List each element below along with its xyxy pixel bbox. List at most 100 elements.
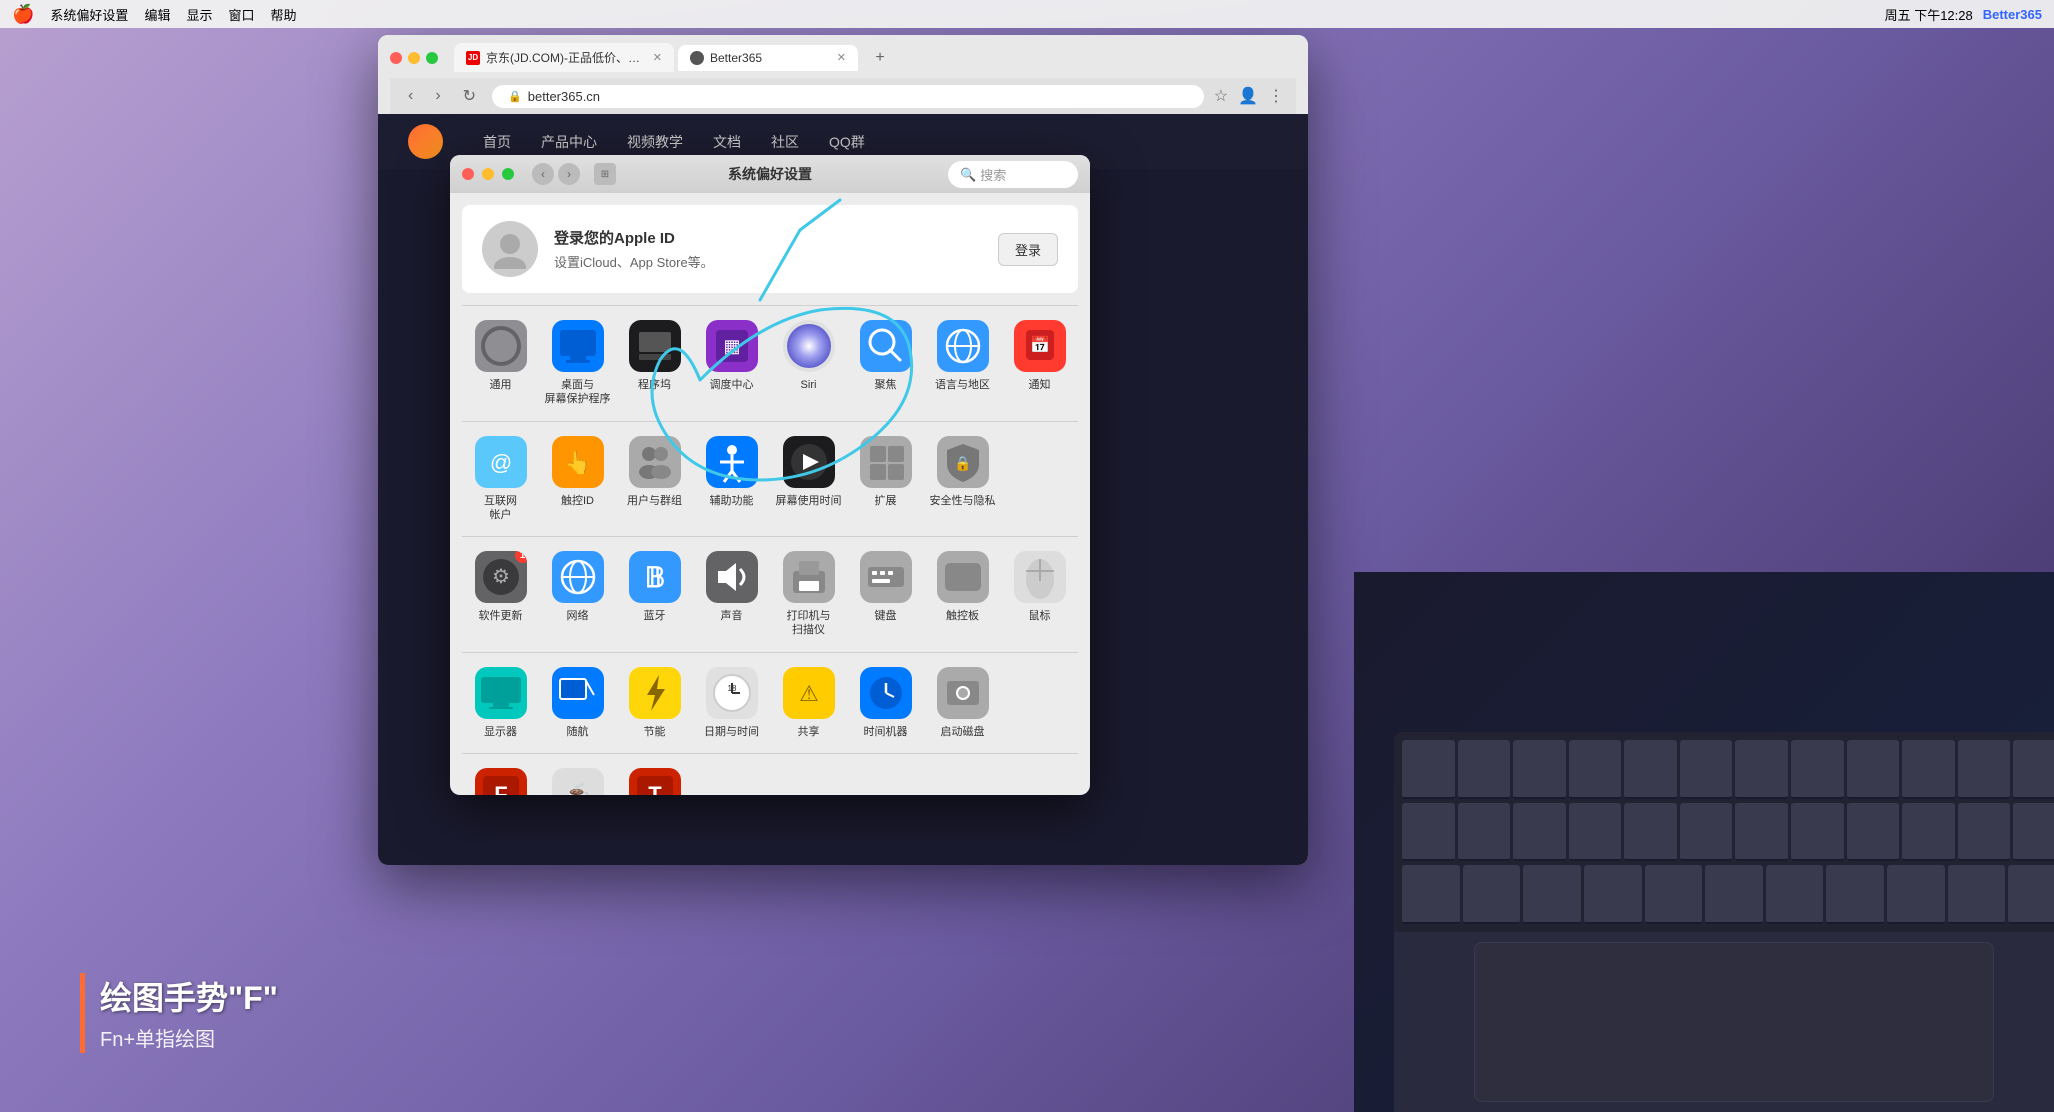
tab-close-better365[interactable]: ✕ [837,51,846,64]
icon-displays[interactable]: 显示器 [462,657,539,749]
icon-datetime[interactable]: 18 日期与时间 [693,657,770,749]
syspref-window: ‹ › ⊞ 系统偏好设置 🔍 搜索 登录您的Apple ID 设置iCloud、… [450,155,1090,795]
icon-trackpad[interactable]: 触控板 [924,541,1001,648]
tab-title-better365: Better365 [710,51,831,65]
laptop-keyboard [1394,732,2054,1112]
syspref-nav: ‹ › [532,163,580,185]
kb-key [1645,865,1703,924]
apple-id-text: 登录您的Apple ID 设置iCloud、App Store等。 [554,227,982,271]
kb-key [1766,865,1824,924]
icon-java[interactable]: ☕ Java [539,758,616,795]
kb-key [1902,740,1955,799]
menu-item-help[interactable]: 帮助 [270,5,296,24]
syspref-grid-view[interactable]: ⊞ [594,163,616,185]
icons-row-1: 通用 桌面与 屏幕保护程序 程序 [450,306,1090,421]
svg-text:T: T [648,782,662,795]
site-nav-qq[interactable]: QQ群 [829,132,865,152]
menu-item-window[interactable]: 窗口 [228,5,254,24]
icon-label-startup: 启动磁盘 [941,725,985,739]
site-logo [408,124,443,159]
icon-software[interactable]: ⚙ 1 软件更新 [462,541,539,648]
icon-internet[interactable]: @ 互联网 帐户 [462,426,539,533]
keyboard-area [1394,732,2054,932]
icon-users[interactable]: 用户与群组 [616,426,693,533]
icon-extensions[interactable]: 扩展 [847,426,924,533]
profile-icon[interactable]: 👤 [1238,86,1258,106]
icon-siri[interactable]: Siri [770,310,847,417]
icon-network[interactable]: 网络 [539,541,616,648]
icon-language[interactable]: 语言与地区 [924,310,1001,417]
new-tab-button[interactable]: + [866,44,894,72]
menu-icon[interactable]: ⋮ [1268,86,1284,106]
icon-screentime[interactable]: 屏幕使用时间 [770,426,847,533]
syspref-back[interactable]: ‹ [532,163,554,185]
icon-bluetooth[interactable]: 𝔹 蓝牙 [616,541,693,648]
icon-mission[interactable]: 程序坞 [616,310,693,417]
svg-text:▦: ▦ [723,336,740,356]
icon-desktop[interactable]: 桌面与 屏幕保护程序 [539,310,616,417]
kb-key [2008,865,2054,924]
icon-label-network: 网络 [567,609,589,623]
site-nav-community[interactable]: 社区 [771,132,799,152]
icon-energy[interactable]: 节能 [616,657,693,749]
icon-airplay[interactable]: 随航 [539,657,616,749]
back-button[interactable]: ‹ [402,85,419,107]
menu-item-edit[interactable]: 编辑 [144,5,170,24]
icon-sound[interactable]: 声音 [693,541,770,648]
icon-mouse[interactable]: 鼠标 [1001,541,1078,648]
icon-general[interactable]: 通用 [462,310,539,417]
kb-key [1624,740,1677,799]
syspref-close[interactable] [462,168,474,180]
icon-label-internet: 互联网 帐户 [484,494,517,523]
bookmark-icon[interactable]: ☆ [1214,86,1228,106]
menu-item-display[interactable]: 显示 [186,5,212,24]
icon-spotlight[interactable]: 聚焦 [847,310,924,417]
icon-sharing[interactable]: ⚠ 共享 [770,657,847,749]
kb-key [1402,740,1455,799]
syspref-maximize[interactable] [502,168,514,180]
icon-label-focus: 调度中心 [710,378,754,392]
apple-id-section: 登录您的Apple ID 设置iCloud、App Store等。 登录 [462,205,1078,293]
address-field[interactable]: 🔒 better365.cn [492,85,1204,108]
icon-label-bluetooth: 蓝牙 [644,609,666,623]
kb-key [1791,803,1844,862]
icon-keyboard[interactable]: 键盘 [847,541,924,648]
icon-security[interactable]: 🔒 安全性与隐私 [924,426,1001,533]
syspref-minimize[interactable] [482,168,494,180]
icon-touchid[interactable]: 👆 触控ID [539,426,616,533]
syspref-search[interactable]: 🔍 搜索 [948,161,1078,188]
site-nav-video[interactable]: 视频教学 [627,132,683,152]
icon-accessibility[interactable]: 辅助功能 [693,426,770,533]
close-button[interactable] [390,52,402,64]
icon-focus[interactable]: ▦ 调度中心 [693,310,770,417]
lock-icon: 🔒 [508,90,522,103]
refresh-button[interactable]: ↻ [457,84,482,108]
site-nav-home[interactable]: 首页 [483,132,511,152]
maximize-button[interactable] [426,52,438,64]
icon-notifications[interactable]: 📅 通知 [1001,310,1078,417]
site-nav-docs[interactable]: 文档 [713,132,741,152]
forward-button[interactable]: › [429,85,446,107]
apple-id-login-button[interactable]: 登录 [998,233,1058,266]
icon-timemachine[interactable]: 时间机器 [847,657,924,749]
browser-chrome: JD 京东(JD.COM)-正品低价、品质 ✕ Better365 ✕ + ‹ … [378,35,1308,114]
icon-startup[interactable]: 启动磁盘 [924,657,1001,749]
minimize-button[interactable] [408,52,420,64]
icon-flash[interactable]: F Flash Player [462,758,539,795]
icon-tuxera[interactable]: T Tuxera NTFS [616,758,693,795]
icon-print[interactable]: 打印机与 扫描仪 [770,541,847,648]
icon-label-sound: 声音 [721,609,743,623]
menu-item-syspref[interactable]: 系统偏好设置 [50,5,128,24]
icon-label-energy: 节能 [644,725,666,739]
tab-better365[interactable]: Better365 ✕ [678,45,858,71]
apple-menu[interactable]: 🍎 [12,4,34,25]
syspref-forward[interactable]: › [558,163,580,185]
menu-bar-better365[interactable]: Better365 [1983,7,2042,22]
kb-key [1958,803,2011,862]
menu-bar: 🍎 系统偏好设置 编辑 显示 窗口 帮助 周五 下午12:28 Better36… [0,0,2054,28]
site-nav-products[interactable]: 产品中心 [541,132,597,152]
tab-close-jd[interactable]: ✕ [653,51,662,64]
touchpad[interactable] [1474,942,1994,1102]
icon-label-datetime: 日期与时间 [704,725,759,739]
tab-jd[interactable]: JD 京东(JD.COM)-正品低价、品质 ✕ [454,43,674,72]
